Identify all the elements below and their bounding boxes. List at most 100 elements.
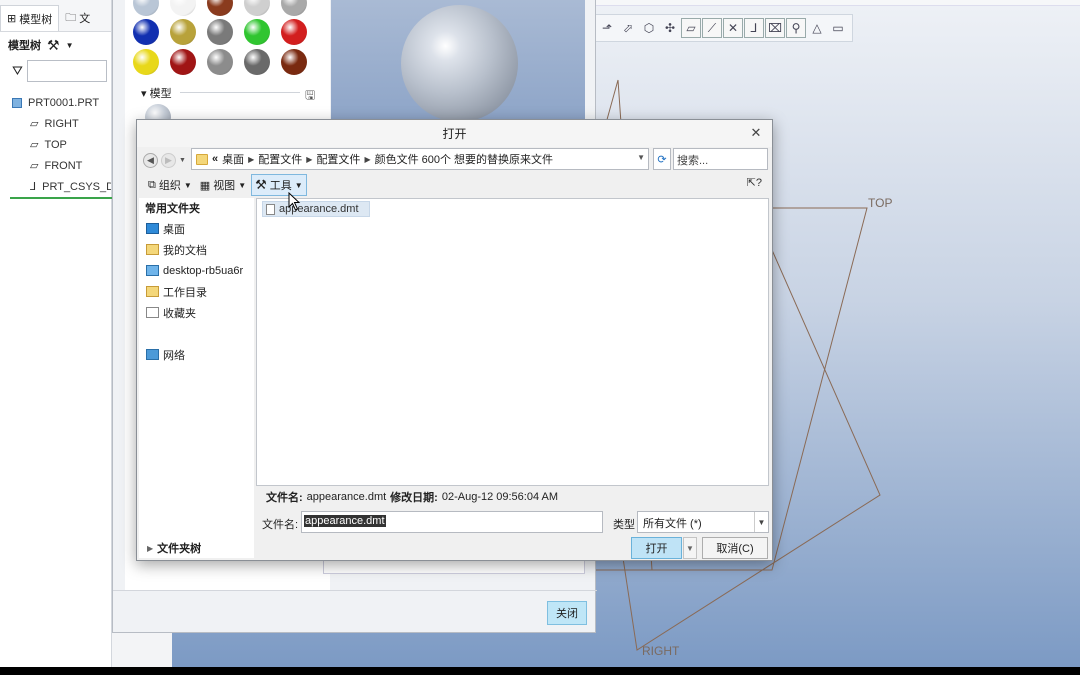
nav-item-label: 我的文档 [163,244,207,257]
tab-model-tree-label: 模型树 [19,13,53,26]
nav-item-network[interactable]: 网络 [139,344,254,365]
favorites-icon [146,307,159,318]
tree-item-part[interactable]: PRT0001.PRT [0,92,111,113]
swatch-0-0[interactable] [133,0,159,16]
view-orient-icon[interactable]: ⬏ [597,18,617,38]
nav-item-label: desktop-rb5ua6r [163,264,244,277]
nav-item-label: 桌面 [163,223,185,236]
swatch-1-4[interactable] [281,19,307,45]
tag-display-icon[interactable]: ⚲ [786,18,806,38]
model-tree: PRT0001.PRT ▱ RIGHT ▱ TOP ▱ FRONT ⅃ PRT_… [0,84,111,197]
tree-item-label: RIGHT [44,117,79,130]
close-icon[interactable]: ✕ [748,125,764,141]
tree-item-top[interactable]: ▱ TOP [0,134,111,155]
render-icon[interactable]: ▭ [828,18,848,38]
cancel-button[interactable]: 取消(C) [702,537,768,559]
saved-views-icon[interactable]: ⬀ [618,18,638,38]
nav-item-label: 收藏夹 [163,307,196,320]
nav-item-documents[interactable]: 我的文档 [139,239,254,260]
tree-search-input[interactable] [26,60,107,82]
swatch-1-1[interactable] [170,19,196,45]
history-dropdown-icon[interactable]: ▼ [179,157,186,164]
swatch-1-0[interactable] [133,19,159,45]
display-style-icon[interactable]: ⬡ [639,18,659,38]
breadcrumb-separator-icon[interactable]: ▶ [364,155,370,164]
swatch-2-4[interactable] [281,49,307,75]
open-file-dialog: 打开 ✕ ◀ ▶ ▼ « 桌面 ▶ 配置文件 ▶ 配置文件 ▶ 颜色文件 600… [136,119,773,561]
appearance-preview [331,0,585,122]
context-help-icon[interactable]: ⇱? [747,176,762,189]
panel-tabs: ⊞ 模型树 🗀 文 [0,0,111,32]
nav-item-working-dir[interactable]: 工作目录 [139,281,254,302]
filename-value: appearance.dmt [304,515,386,527]
breadcrumb-separator-icon[interactable]: ▶ [248,155,254,164]
overflow-chevron-icon[interactable]: « [212,153,218,165]
spin-center-icon[interactable]: ✣ [660,18,680,38]
swatch-2-3[interactable] [244,49,270,75]
tree-item-right[interactable]: ▱ RIGHT [0,113,111,134]
nav-item-favorites[interactable]: 收藏夹 [139,302,254,323]
swatch-2-2[interactable] [207,49,233,75]
view-button[interactable]: ▦ 视图 ▼ [197,174,249,196]
csys-display-icon[interactable]: ⅃ [744,18,764,38]
swatch-0-2[interactable] [207,0,233,16]
section-model-label[interactable]: ▾ 模型 [141,85,172,101]
breadcrumb-separator-icon[interactable]: ▶ [306,155,312,164]
swatch-0-1[interactable] [170,0,196,16]
filter-icon[interactable]: ⛛ [12,63,23,79]
swatch-0-4[interactable] [281,0,307,16]
search-input[interactable]: 搜索... [673,148,768,170]
back-button[interactable]: ◀ [143,152,158,168]
chevron-down-icon[interactable]: ▼ [637,153,645,162]
swatch-1-3[interactable] [244,19,270,45]
nav-item-desktop[interactable]: 桌面 [139,218,254,239]
triangle-icon[interactable]: △ [807,18,827,38]
plane-display-icon[interactable]: ▱ [681,18,701,38]
tab-folder-browser[interactable]: 🗀 文 [59,5,96,31]
tree-item-front[interactable]: ▱ FRONT [0,155,111,176]
view-grid-icon: ▦ [199,179,211,192]
point-display-icon[interactable]: ✕ [723,18,743,38]
breadcrumb-item[interactable]: 桌面 [222,151,244,167]
filename-label: 文件名: [262,519,299,531]
breadcrumb-item[interactable]: 配置文件 [316,151,360,167]
open-options-dropdown[interactable]: ▼ [683,537,697,559]
preview-sphere [401,5,518,122]
tree-filter: ⛛ [0,58,111,84]
file-list[interactable]: appearance.dmt [256,198,769,486]
filename-input[interactable]: appearance.dmt [301,511,603,533]
breadcrumb-item[interactable]: 配置文件 [258,151,302,167]
nav-item-computer[interactable]: desktop-rb5ua6r [139,260,254,281]
tab-model-tree[interactable]: ⊞ 模型树 [0,5,60,31]
graphics-toolbar: ⬏ ⬀ ⬡ ✣ ▱ ⟋ ✕ ⅃ ⌧ ⚲ △ ▭ [592,14,853,42]
tree-settings-icon[interactable]: ⚒ [47,37,60,54]
refresh-button[interactable]: ⟳ [653,148,671,170]
organize-button[interactable]: ⧉ 组织 ▼ [145,174,195,196]
model-tree-panel: ⊞ 模型树 🗀 文 模型树 ⚒ ▼ ⛛ PRT0001.PRT ▱ RIGHT [0,0,112,667]
swatch-1-2[interactable] [207,19,233,45]
swatch-0-3[interactable] [244,0,270,16]
tree-item-csys[interactable]: ⅃ PRT_CSYS_DEF [0,176,111,197]
breadcrumb-item[interactable]: 颜色文件 600个 想要的替换原来文件 [375,151,553,167]
folder-tree-toggle[interactable]: ▶ 文件夹树 [139,538,254,558]
address-bar[interactable]: « 桌面 ▶ 配置文件 ▶ 配置文件 ▶ 颜色文件 600个 想要的替换原来文件… [191,148,649,170]
dialog-title-bar: 打开 ✕ [137,120,772,147]
tree-item-label: PRT_CSYS_DEF [42,180,111,193]
annotation-display-icon[interactable]: ⌧ [765,18,785,38]
list-item[interactable]: appearance.dmt [262,201,370,217]
tools-icon: ⚒ [255,177,267,192]
open-button[interactable]: 打开 [631,537,682,559]
forward-button[interactable]: ▶ [161,152,176,168]
swatch-2-1[interactable] [170,49,196,75]
datum-plane-icon: ▱ [30,118,39,130]
file-type-select[interactable]: 所有文件 (*) ▼ [637,511,769,533]
chevron-down-icon: ▼ [754,512,768,532]
network-icon [146,349,159,360]
gallery-close-button[interactable]: 关闭 [547,601,587,625]
part-icon [12,97,22,108]
chevron-down-icon[interactable]: ▼ [66,41,74,50]
axis-display-icon[interactable]: ⟋ [702,18,722,38]
favorites-header: 常用文件夹 [145,203,200,215]
save-appearance-icon[interactable]: 🖫 [305,86,315,107]
swatch-2-0[interactable] [133,49,159,75]
